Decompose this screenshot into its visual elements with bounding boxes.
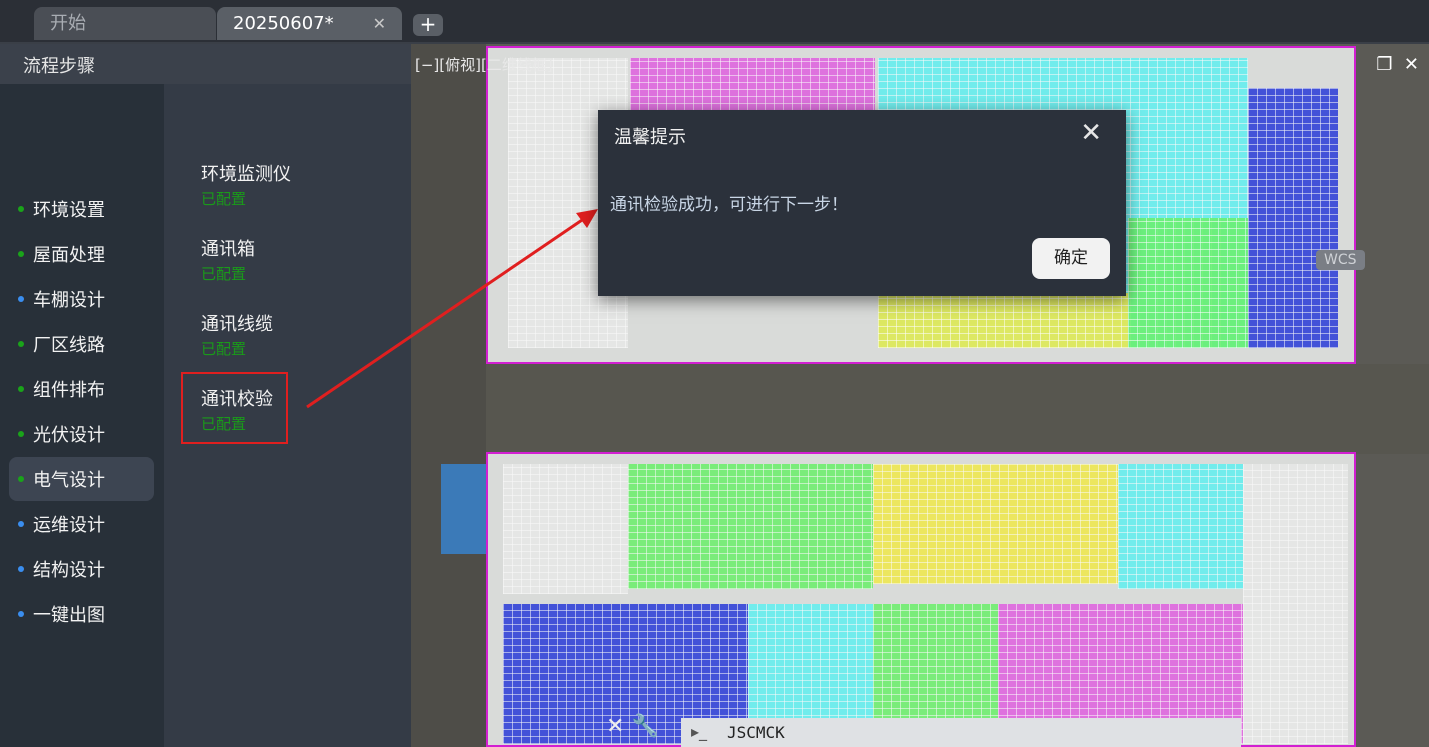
close-icon[interactable]: ✕ [1404, 54, 1419, 75]
status-dot [18, 341, 24, 347]
nav-label: 一键出图 [33, 605, 105, 626]
status-dot [18, 476, 24, 482]
panel-array [873, 464, 1118, 584]
panel-array [1243, 464, 1348, 744]
close-icon[interactable]: ✕ [373, 7, 386, 40]
roof-lower [486, 452, 1356, 747]
nav-item-module-layout[interactable]: 组件排布 [9, 367, 154, 411]
blue-roof [441, 464, 486, 554]
command-text: JSCMCK [727, 723, 785, 742]
nav-item-electrical[interactable]: 电气设计 [9, 457, 154, 501]
panel-array [878, 293, 1128, 348]
highlight-box [181, 372, 288, 444]
tab-label: 20250607* [233, 13, 334, 34]
nav-item-carport[interactable]: 车棚设计 [9, 277, 154, 321]
prompt-icon: ▸_ [691, 722, 708, 741]
tab-start[interactable]: 开始 [34, 7, 216, 40]
nav-item-om[interactable]: 运维设计 [9, 502, 154, 546]
nav-item-export[interactable]: 一键出图 [9, 592, 154, 636]
panel-header: 流程步骤 [0, 44, 411, 84]
nav-label: 电气设计 [33, 470, 105, 491]
tab-drawing[interactable]: 20250607* ✕ [217, 7, 402, 40]
dialog-message: 通讯检验成功，可进行下一步！ [610, 195, 848, 215]
nav-label: 结构设计 [33, 560, 105, 581]
status-dot [18, 566, 24, 572]
aerial-road [486, 364, 1429, 454]
nav-label: 车棚设计 [33, 290, 105, 311]
nav-item-roof[interactable]: 屋面处理 [9, 232, 154, 276]
window-buttons: ❐ ✕ [1376, 54, 1419, 75]
close-icon[interactable]: ✕ [1080, 118, 1102, 148]
status-dot [18, 386, 24, 392]
command-icons: ✕ 🔧 [606, 714, 676, 747]
wrench-icon[interactable]: 🔧 [631, 714, 658, 739]
sub-item-title: 环境监测仪 [201, 164, 291, 185]
sub-item-env-monitor[interactable]: 环境监测仪 已配置 [201, 160, 291, 209]
panel-array [1118, 464, 1243, 589]
nav-item-pv-design[interactable]: 光伏设计 [9, 412, 154, 456]
tip-dialog: 温馨提示 ✕ 通讯检验成功，可进行下一步！ 确定 [598, 110, 1126, 296]
status-label: 已配置 [201, 190, 247, 208]
panel-array [1248, 88, 1338, 348]
new-tab-button[interactable]: + [413, 14, 443, 36]
status-dot [18, 251, 24, 257]
nav-label: 屋面处理 [33, 245, 105, 266]
tab-bar: 开始 20250607* ✕ + [0, 0, 1429, 44]
restore-icon[interactable]: ❐ [1376, 54, 1392, 75]
panel-array [630, 58, 875, 118]
status-dot [18, 296, 24, 302]
nav-item-site-lines[interactable]: 厂区线路 [9, 322, 154, 366]
status-label: 已配置 [201, 340, 247, 358]
tab-label: 开始 [50, 13, 86, 34]
status-label: 已配置 [201, 265, 247, 283]
ok-button[interactable]: 确定 [1032, 238, 1110, 279]
step-nav: 环境设置 屋面处理 车棚设计 厂区线路 组件排布 光伏设计 电气设计 运维设计 … [0, 84, 164, 747]
aerial-ground [411, 44, 486, 747]
plus-icon: + [419, 12, 437, 36]
command-line[interactable]: ▸_ JSCMCK [681, 718, 1241, 747]
status-dot [18, 611, 24, 617]
status-dot [18, 206, 24, 212]
panel-array [1128, 218, 1248, 348]
panel-array [503, 464, 628, 594]
nav-label: 组件排布 [33, 380, 105, 401]
panel-title: 流程步骤 [23, 56, 95, 77]
nav-label: 环境设置 [33, 200, 105, 221]
nav-item-structure[interactable]: 结构设计 [9, 547, 154, 591]
panel-array [628, 464, 873, 589]
sub-item-title: 通讯线缆 [201, 314, 273, 335]
sub-item-title: 通讯箱 [201, 239, 255, 260]
nav-label: 光伏设计 [33, 425, 105, 446]
sub-item-comm-cable[interactable]: 通讯线缆 已配置 [201, 310, 273, 359]
status-dot [18, 521, 24, 527]
nav-label: 厂区线路 [33, 335, 105, 356]
view-label[interactable]: [−][俯视][二维线框] [415, 54, 553, 75]
dialog-title: 温馨提示 [614, 127, 686, 148]
wcs-menu[interactable]: WCS [1316, 250, 1365, 270]
nav-label: 运维设计 [33, 515, 105, 536]
close-icon[interactable]: ✕ [606, 714, 624, 739]
sub-item-comm-box[interactable]: 通讯箱 已配置 [201, 235, 255, 284]
nav-item-env[interactable]: 环境设置 [9, 187, 154, 231]
status-dot [18, 431, 24, 437]
